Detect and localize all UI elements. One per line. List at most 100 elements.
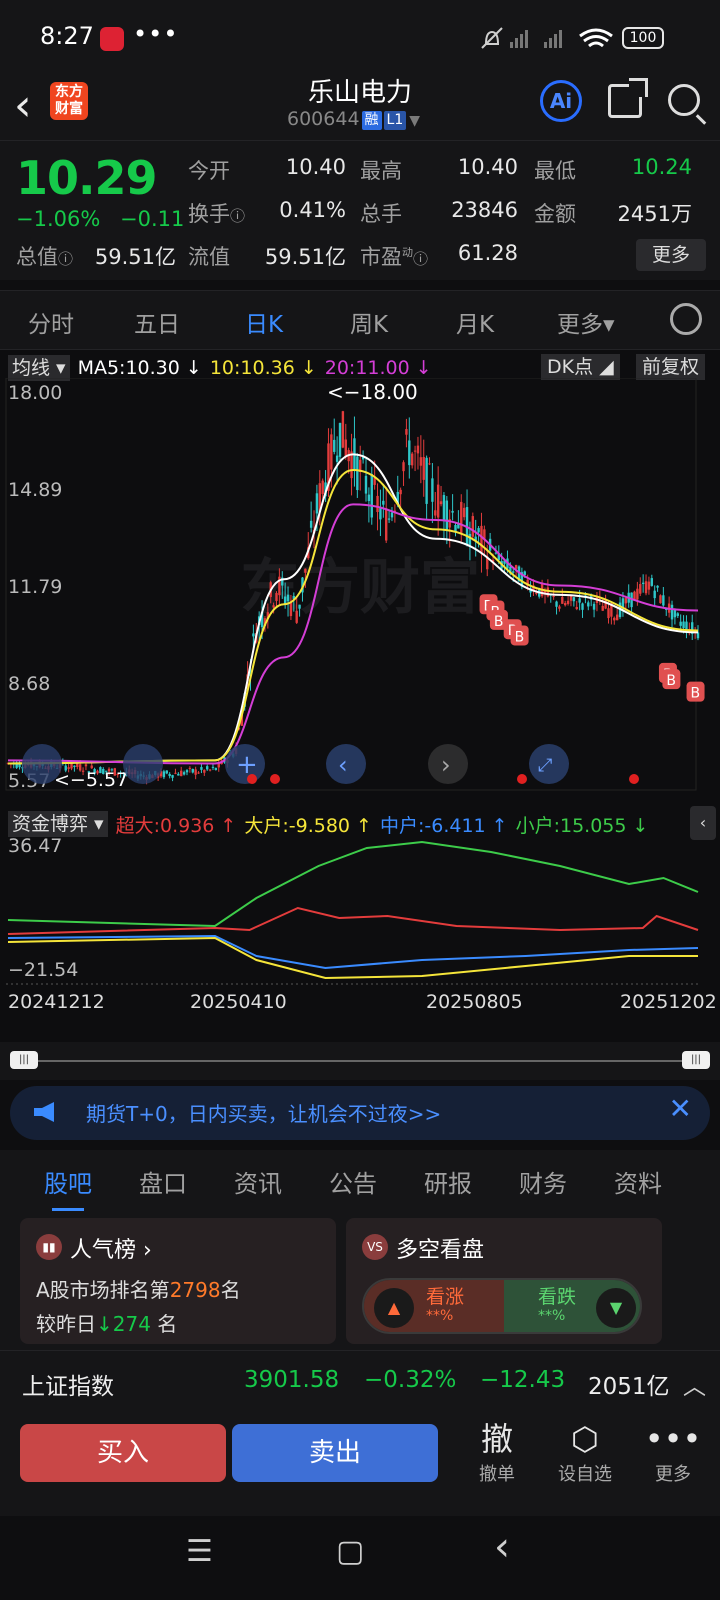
tab-more[interactable]: 更多▾ xyxy=(557,305,615,339)
range-handle-right[interactable]: ||| xyxy=(682,1051,710,1069)
promo-banner[interactable]: 期货T+0，日内买卖，让机会不过夜>> ✕ xyxy=(10,1086,710,1140)
vote-up[interactable]: ▲ 看涨 **% xyxy=(364,1280,504,1332)
candle-body xyxy=(641,582,645,584)
collapse-button[interactable]: ‹ xyxy=(690,806,716,840)
stock-code-selector[interactable]: 600644 融 L1 ▼ xyxy=(287,108,420,130)
chevron-right-icon: › xyxy=(441,751,451,779)
cancel-order-button[interactable]: 撤 撤单 xyxy=(462,1418,532,1486)
fund-flow-selector[interactable]: 资金博弈 ▾ xyxy=(8,811,108,837)
candle-body xyxy=(385,508,388,541)
kline-chart[interactable]: 东方财富 18.0014.8911.798.685.57 BBBBBBBB <−… xyxy=(0,378,720,818)
candle-body xyxy=(419,457,423,466)
sell-button[interactable]: 卖出 xyxy=(232,1424,438,1482)
tab-orderbook[interactable]: 盘口 xyxy=(139,1164,187,1199)
index-ticker[interactable]: 上证指数 3901.58 −0.32% −12.43 2051亿 ︿ xyxy=(0,1350,720,1412)
back-icon[interactable]: ‹ xyxy=(494,1524,510,1570)
rank-change-line: 较昨日↓274 名 xyxy=(36,1308,177,1337)
candle-body xyxy=(425,457,428,504)
clock: 8:27 xyxy=(40,22,94,50)
date-label: 20250410 xyxy=(190,991,287,1013)
chevron-up-icon[interactable]: ︿ xyxy=(683,1367,706,1401)
more-dots-icon: ••• xyxy=(644,1420,702,1458)
tab-intraday[interactable]: 分时 xyxy=(28,305,74,339)
long-short-card[interactable]: VS 多空看盘 ▲ 看涨 **% 看跌 **% ▼ xyxy=(346,1218,662,1344)
candle-body xyxy=(581,603,584,610)
candle-body xyxy=(171,775,174,778)
kline-chart-area: 均线 ▾ MA5:10.30 ↓ 10:10.36 ↓ 20:11.00 ↓ D… xyxy=(0,350,720,1042)
tab-monthly-k[interactable]: 月K xyxy=(456,305,494,339)
arrow-down-icon: ▼ xyxy=(596,1288,636,1328)
tab-five-day[interactable]: 五日 xyxy=(134,305,180,339)
buy-markers: BBBBBBBB xyxy=(479,594,705,702)
fund-flow-chart[interactable]: 36.47 −21.54 20241212 20250410 20250805 … xyxy=(0,838,720,1038)
tab-news[interactable]: 资讯 xyxy=(234,1164,282,1199)
candle-body xyxy=(561,596,564,604)
flow-lines xyxy=(7,840,699,980)
candle-body xyxy=(512,571,515,573)
more-quote-button[interactable]: 更多 xyxy=(636,239,706,271)
add-watchlist-button[interactable]: ⬡ 设自选 xyxy=(550,1418,620,1486)
candle-body xyxy=(275,593,278,601)
trade-bar: 买入 卖出 撤 撤单 ⬡ 设自选 ••• 更多 xyxy=(0,1412,720,1516)
candle-body xyxy=(298,604,301,609)
candle-body xyxy=(272,605,275,608)
candle-body xyxy=(387,518,391,520)
change-amount: −0.11 xyxy=(120,207,185,231)
share-icon[interactable] xyxy=(608,78,648,118)
promo-text: 期货T+0，日内买卖，让机会不过夜>> xyxy=(86,1102,442,1126)
arrow-up-icon: ▲ xyxy=(374,1288,414,1328)
tab-weekly-k[interactable]: 周K xyxy=(350,305,388,339)
candle-body xyxy=(679,621,682,626)
candle-body xyxy=(185,770,189,773)
tab-forum[interactable]: 股吧 xyxy=(44,1164,92,1211)
tab-daily-k[interactable]: 日K xyxy=(245,305,284,353)
tab-announcements[interactable]: 公告 xyxy=(329,1164,377,1199)
period-tabs: 分时 五日 日K 周K 月K 更多▾ xyxy=(0,290,720,353)
ma5-label: MA5:10.30 ↓ xyxy=(77,357,202,379)
rank-number: 2798 xyxy=(169,1278,221,1302)
more-actions-button[interactable]: ••• 更多 xyxy=(638,1418,708,1486)
candle-body xyxy=(338,423,342,457)
close-icon[interactable]: ✕ xyxy=(669,1092,692,1125)
tab-research[interactable]: 研报 xyxy=(424,1164,472,1199)
info-tabs: 股吧 盘口 资讯 公告 研报 财务 资料 xyxy=(0,1150,720,1212)
pe-label[interactable]: 市盈动ⓘ xyxy=(360,241,428,271)
candle-body xyxy=(379,507,382,520)
index-amount: 2051亿 xyxy=(588,1374,670,1400)
range-scrollbar[interactable]: ||| ||| xyxy=(0,1042,720,1080)
flow-line xyxy=(7,840,699,928)
ai-assistant-button[interactable]: Ai xyxy=(540,80,582,122)
candle-body xyxy=(84,764,88,767)
vote-bar: ▲ 看涨 **% 看跌 **% ▼ xyxy=(362,1278,642,1334)
menu-icon[interactable]: ☰ xyxy=(186,1534,213,1569)
candle-body xyxy=(252,633,255,637)
buy-button[interactable]: 买入 xyxy=(20,1424,226,1482)
float-cap-label: 流值 xyxy=(188,245,230,269)
candle-body xyxy=(344,439,347,457)
search-icon[interactable] xyxy=(668,84,700,116)
candle-body xyxy=(333,439,336,452)
market-cap-label[interactable]: 总值ⓘ xyxy=(16,241,73,271)
candle-body xyxy=(552,596,555,598)
gear-icon[interactable] xyxy=(670,303,702,335)
candle-body xyxy=(408,440,411,466)
home-icon[interactable]: ▢ xyxy=(336,1534,364,1569)
candle-body xyxy=(197,772,200,774)
buy-marker-label: B xyxy=(666,673,676,689)
stock-header: ‹ 东方 财富 乐山电力 600644 融 L1 ▼ Ai xyxy=(0,76,720,140)
y-tick-label: 18.00 xyxy=(8,382,62,404)
tab-financials[interactable]: 财务 xyxy=(519,1164,567,1199)
candle-body xyxy=(211,766,215,768)
turnover-label[interactable]: 换手ⓘ xyxy=(188,198,245,228)
tab-profile[interactable]: 资料 xyxy=(614,1164,662,1199)
candle-body xyxy=(90,765,93,769)
vote-down[interactable]: 看跌 **% ▼ xyxy=(504,1280,640,1332)
candle-body xyxy=(431,478,434,502)
dk-point-button[interactable]: DK点 ◢ xyxy=(541,354,620,380)
popularity-card[interactable]: ▮▮ 人气榜 › A股市场排名第2798名 较昨日↓274 名 xyxy=(20,1218,336,1344)
candle-body xyxy=(445,500,449,531)
candle-body xyxy=(206,766,209,770)
small-label: 小户:15.055 ↓ xyxy=(515,814,649,837)
adjust-button[interactable]: 前复权 xyxy=(636,354,706,380)
range-handle-left[interactable]: ||| xyxy=(10,1051,38,1069)
